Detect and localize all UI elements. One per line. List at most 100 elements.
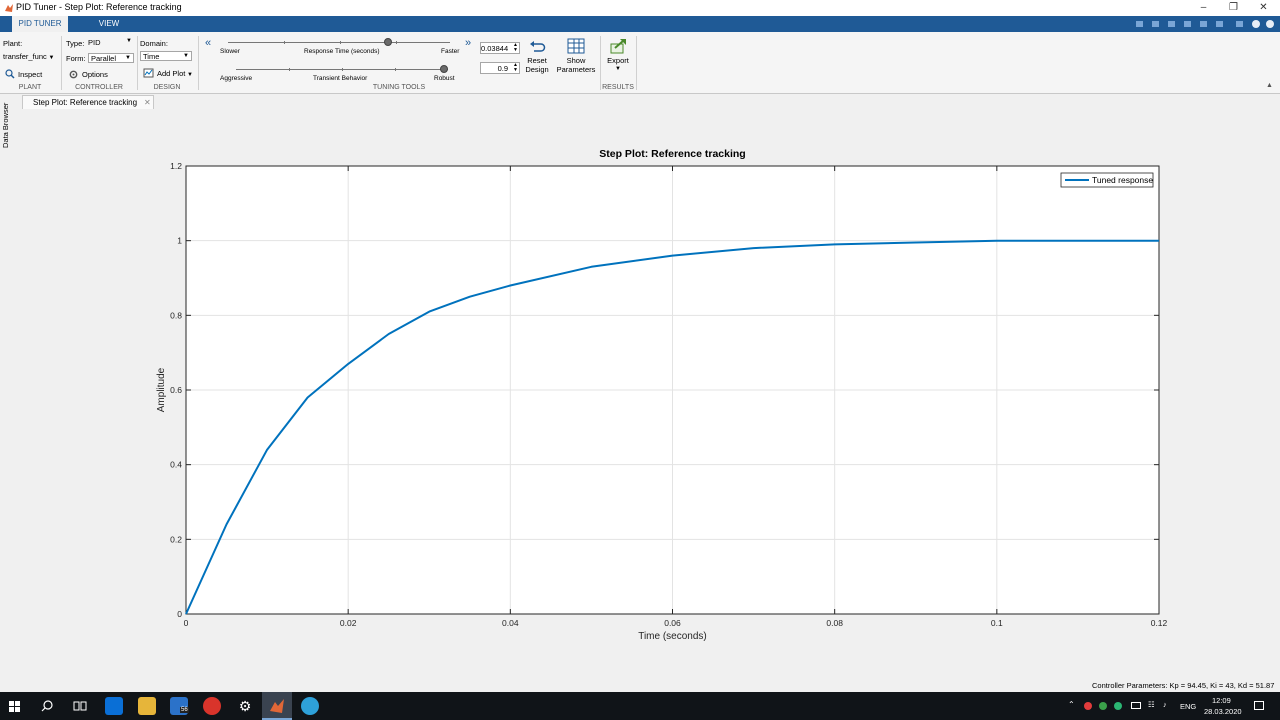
tab-step-plot[interactable]: Step Plot: Reference tracking ✕ (22, 95, 154, 109)
response-time-label: Response Time (seconds) (304, 48, 380, 55)
type-dropdown[interactable]: PID ▼ (88, 38, 134, 48)
x-tick-label: 0.02 (340, 618, 357, 628)
legend-label: Tuned response (1092, 175, 1153, 185)
tab-pid-tuner[interactable]: PID TUNER (12, 16, 68, 32)
telegram-icon[interactable] (301, 697, 319, 715)
data-browser-label: Data Browser (1, 102, 10, 148)
help-icon (1252, 20, 1260, 28)
options-button[interactable]: Options (82, 70, 108, 79)
tab-view[interactable]: VIEW (84, 16, 134, 32)
clock-date[interactable]: 28.03.2020 (1204, 707, 1242, 716)
settings-icon[interactable]: ⚙ (236, 697, 254, 715)
file-explorer-icon[interactable] (138, 697, 156, 715)
divider (636, 36, 637, 90)
taskbar: 56 ⚙ ⌃ ☷ ♪ ENG 12:09 28.03.2020 (0, 692, 1280, 720)
network-icon[interactable]: ☷ (1148, 700, 1155, 709)
window-title: PID Tuner - Step Plot: Reference trackin… (16, 2, 182, 12)
transient-behavior-field[interactable]: 0.9 ▲ ▼ (480, 62, 520, 74)
redo-icon (1216, 21, 1223, 27)
show-parameters-button[interactable]: Show Parameters (555, 38, 597, 74)
transient-behavior-slider-knob[interactable] (439, 65, 448, 73)
plot-panel: 0 0.02 0.04 0.06 0.08 0.1 0.12 0 0.2 0.4 0.6 0.8 1 1.… (14, 109, 1280, 693)
chevron-down-icon: ▼ (615, 66, 621, 72)
store-icon[interactable] (105, 697, 123, 715)
show-label: Show (566, 56, 586, 65)
form-dropdown[interactable]: Parallel ▼ (88, 53, 134, 63)
close-button[interactable]: ✕ (1248, 0, 1279, 16)
x-tick-label: 0.08 (826, 618, 843, 628)
battery-icon[interactable] (1131, 702, 1141, 709)
x-tick-label: 0.06 (664, 618, 681, 628)
y-tick-label: 0.6 (170, 385, 182, 395)
x-tick-label: 0.12 (1151, 618, 1168, 628)
close-icon[interactable]: ✕ (144, 96, 151, 109)
data-browser-tab[interactable]: Data Browser (0, 96, 14, 150)
info-icon (1266, 20, 1274, 28)
slower-label: Slower (220, 48, 240, 55)
y-tick-label: 1.2 (170, 161, 182, 171)
step-plot[interactable]: 0 0.02 0.04 0.06 0.08 0.1 0.12 0 0.2 0.4 0.6 0.8 1 1.… (14, 109, 1280, 693)
tray-app-icon[interactable] (1114, 702, 1122, 710)
plant-section-label: PLANT (18, 84, 42, 91)
y-tick-label: 0 (177, 609, 182, 619)
chevron-down-icon: ▼ (125, 55, 131, 61)
spinner-icon[interactable]: ▲ ▼ (513, 63, 518, 73)
export-label: Export (607, 56, 629, 65)
reset-label: Reset (527, 56, 547, 65)
plant-label: Plant: (3, 39, 23, 48)
clock-time[interactable]: 12:09 (1212, 696, 1231, 705)
cut-icon (1152, 21, 1159, 27)
design-section-label: DESIGN (153, 84, 181, 91)
x-tick-label: 0 (184, 618, 189, 628)
tray-app-icon[interactable] (1084, 702, 1092, 710)
tab-step-plot-label: Step Plot: Reference tracking (33, 98, 138, 107)
form-label: Form: (66, 54, 86, 63)
response-time-slider-knob[interactable] (383, 38, 392, 46)
tray-expand-icon[interactable]: ⌃ (1068, 700, 1075, 709)
tuning-tools-section-label: TUNING TOOLS (372, 84, 426, 91)
controller-section-label: CONTROLLER (75, 84, 123, 91)
inspect-button[interactable]: Inspect (18, 70, 42, 79)
y-axis-label: Amplitude (156, 367, 167, 412)
chevron-down-icon: ▼ (126, 38, 132, 44)
search-icon[interactable] (41, 700, 53, 712)
divider (137, 36, 138, 90)
minimize-button[interactable]: – (1188, 0, 1219, 16)
mail-icon[interactable]: 56 (170, 697, 189, 715)
spinner-icon[interactable]: ▲ ▼ (513, 43, 518, 53)
task-view-icon[interactable] (73, 700, 87, 712)
y-tick-label: 0.2 (170, 534, 182, 544)
matlab-taskbar-item[interactable] (262, 692, 292, 720)
domain-dropdown[interactable]: Time ▼ (140, 51, 192, 61)
expand-right-icon[interactable]: » (465, 37, 471, 49)
volume-icon[interactable]: ♪ (1163, 700, 1167, 709)
type-value: PID (88, 38, 101, 47)
window-icon (1236, 21, 1243, 27)
windows-start-icon[interactable] (9, 701, 20, 712)
design-label: Design (525, 65, 549, 74)
export-button[interactable]: Export ▼ (604, 38, 632, 74)
response-time-field[interactable]: 0.03844 ▲ ▼ (480, 42, 520, 54)
type-label: Type: (66, 39, 85, 48)
plant-dropdown[interactable]: transfer_func ▼ (3, 52, 61, 63)
tray-app-icon[interactable] (1099, 702, 1107, 710)
x-tick-label: 0.1 (991, 618, 1003, 628)
response-time-value: 0.03844 (481, 44, 509, 53)
response-time-slider[interactable] (228, 42, 450, 43)
language-indicator[interactable]: ENG (1180, 702, 1196, 711)
collapse-ribbon-icon[interactable]: ▲ (1266, 82, 1273, 89)
add-plot-button[interactable]: Add Plot ▼ (157, 69, 193, 78)
notifications-icon[interactable] (1254, 701, 1264, 710)
yandex-browser-icon[interactable] (203, 697, 221, 715)
x-axis-label: Time (seconds) (638, 631, 707, 642)
domain-label: Domain: (140, 39, 168, 48)
collapse-left-icon[interactable]: « (205, 37, 211, 49)
plant-value: transfer_func (3, 52, 47, 61)
mail-badge: 56 (180, 707, 189, 713)
save-icon (1136, 21, 1143, 27)
reset-design-button[interactable]: Reset Design (524, 38, 550, 74)
magnifier-icon (5, 69, 15, 79)
restore-button[interactable]: ❐ (1218, 0, 1249, 16)
table-icon (567, 38, 585, 54)
aggressive-label: Aggressive (220, 75, 253, 82)
